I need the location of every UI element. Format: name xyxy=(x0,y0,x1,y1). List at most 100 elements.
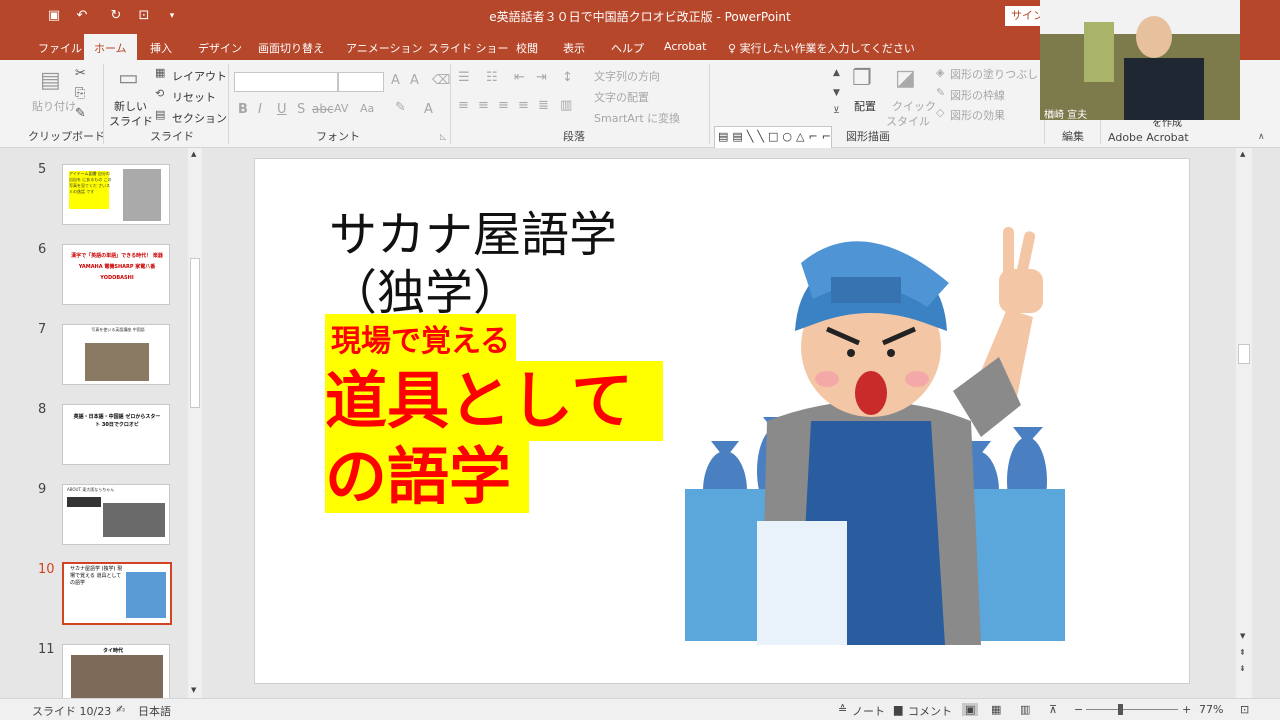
quick-styles-label-1[interactable]: クイック xyxy=(892,98,936,114)
line-spacing-icon[interactable]: ↕ xyxy=(562,70,573,85)
tab-animations[interactable]: アニメーション xyxy=(346,40,423,56)
paste-icon[interactable]: ▤ xyxy=(40,68,61,93)
tab-review[interactable]: 校閲 xyxy=(516,40,538,56)
zoom-slider[interactable] xyxy=(1086,709,1178,710)
change-case-button[interactable]: Aa xyxy=(360,102,374,115)
scroll-thumb[interactable] xyxy=(190,258,200,408)
increase-indent-icon[interactable]: ⇥ xyxy=(536,70,547,85)
font-size-combobox[interactable] xyxy=(338,72,384,92)
shapes-more-icon[interactable]: ⊻ xyxy=(833,106,840,116)
italic-button[interactable]: I xyxy=(258,102,262,117)
notes-icon[interactable]: ≙ xyxy=(838,703,847,716)
slide-thumbnail-5[interactable]: アイテーム図書 自分の出自を にあるもの この写真を見てくだ さいスミの逸話 で… xyxy=(62,164,170,225)
new-slide-icon[interactable]: ▭ xyxy=(118,66,139,91)
font-dialog-launcher-icon[interactable]: ◺ xyxy=(440,132,446,141)
tab-file[interactable]: ファイル xyxy=(38,40,82,56)
new-slide-label-2[interactable]: スライド xyxy=(109,113,153,129)
layout-button[interactable]: レイアウト xyxy=(172,68,227,84)
section-button[interactable]: セクション xyxy=(172,110,227,126)
shape-fill-button[interactable]: 図形の塗りつぶし xyxy=(950,66,1038,82)
numbering-icon[interactable]: ☷ xyxy=(486,70,498,85)
decrease-indent-icon[interactable]: ⇤ xyxy=(514,70,525,85)
tell-me-search[interactable]: ♀ 実行したい作業を入力してください xyxy=(728,40,915,56)
justify-icon[interactable]: ≡ xyxy=(518,98,529,113)
editor-scrollbar[interactable]: ▲ ▼ ⇞ ⇟ xyxy=(1236,148,1252,698)
slide-title-line2[interactable]: （独学） xyxy=(329,253,521,323)
next-slide-icon[interactable]: ⇟ xyxy=(1239,664,1246,673)
paste-button[interactable]: 貼り付け xyxy=(32,98,76,114)
character-spacing-button[interactable]: AV xyxy=(334,102,348,115)
tab-acrobat[interactable]: Acrobat xyxy=(664,40,706,53)
columns-icon[interactable]: ▥ xyxy=(560,98,572,113)
tab-transitions[interactable]: 画面切り替え xyxy=(258,40,324,56)
current-slide[interactable]: サカナ屋語学 （独学） 現場で覚える 道具として の語学 xyxy=(254,158,1190,684)
shrink-font-icon[interactable]: A xyxy=(410,73,419,88)
comments-icon[interactable]: ▆ xyxy=(894,703,902,716)
slide-thumbnail-11[interactable]: タイ時代 xyxy=(62,644,170,705)
scroll-up-icon[interactable]: ▲ xyxy=(1240,150,1245,158)
zoom-out-icon[interactable]: − xyxy=(1074,703,1083,716)
reset-button[interactable]: リセット xyxy=(172,89,216,105)
previous-slide-icon[interactable]: ⇞ xyxy=(1239,648,1246,657)
slide-thumbnail-6[interactable]: 漢字で「英語の単語」できる時代！ 楽器YAMAHA 電機SHARP 家電八番YO… xyxy=(62,244,170,305)
text-direction-button[interactable]: 文字列の方向 xyxy=(594,68,660,84)
tab-view[interactable]: 表示 xyxy=(563,40,585,56)
scroll-thumb[interactable] xyxy=(1238,344,1250,364)
tab-home[interactable]: ホーム xyxy=(84,34,137,60)
font-name-combobox[interactable] xyxy=(234,72,338,92)
fishmonger-illustration[interactable] xyxy=(681,221,1081,645)
new-slide-label-1[interactable]: 新しい xyxy=(114,98,147,114)
slide-thumbnail-7[interactable]: 写真を使いる英語講座 中国語 xyxy=(62,324,170,385)
slide-thumbnail-10[interactable]: サカナ屋語学 (独学) 現場で覚える 道具として の語学 xyxy=(62,562,172,625)
fit-slide-icon[interactable]: ⊡ xyxy=(1240,703,1249,716)
scroll-down-icon[interactable]: ▼ xyxy=(1240,632,1245,640)
tab-design[interactable]: デザイン xyxy=(198,40,242,56)
align-text-button[interactable]: 文字の配置 xyxy=(594,89,649,105)
slide-heading-line1[interactable]: 道具として xyxy=(325,361,663,441)
tab-slideshow[interactable]: スライド ショー xyxy=(428,40,509,56)
shapes-scroll-up-icon[interactable]: ▲ xyxy=(833,68,840,78)
highlight-icon[interactable]: ✎ xyxy=(395,100,406,115)
scroll-up-icon[interactable]: ▲ xyxy=(191,150,196,158)
slide-heading-line2[interactable]: の語学 xyxy=(325,441,529,513)
slide-subtitle[interactable]: 現場で覚える xyxy=(325,314,517,362)
grow-font-icon[interactable]: A xyxy=(391,73,400,88)
zoom-in-icon[interactable]: + xyxy=(1182,703,1191,716)
copy-icon[interactable]: ⎘ xyxy=(75,86,85,101)
align-center-icon[interactable]: ≡ xyxy=(478,98,489,113)
arrange-button[interactable]: 配置 xyxy=(854,98,876,114)
distributed-icon[interactable]: ≣ xyxy=(538,98,549,113)
zoom-level[interactable]: 77% xyxy=(1199,703,1223,716)
thumbnail-scrollbar[interactable]: ▲ ▼ xyxy=(188,148,202,698)
reading-view-icon[interactable]: ▥ xyxy=(1020,703,1030,716)
slideshow-view-icon[interactable]: ⊼ xyxy=(1049,703,1057,716)
clear-format-icon[interactable]: ⌫ xyxy=(432,73,450,88)
strikethrough-button[interactable]: abc xyxy=(312,102,334,116)
scroll-down-icon[interactable]: ▼ xyxy=(191,686,196,694)
arrange-icon[interactable]: ❐ xyxy=(852,66,872,91)
quick-styles-icon[interactable]: ◪ xyxy=(895,66,916,91)
shape-outline-button[interactable]: 図形の枠線 xyxy=(950,87,1005,103)
underline-button[interactable]: U xyxy=(277,102,287,117)
slide-sorter-icon[interactable]: ▦ xyxy=(991,703,1001,716)
spelling-icon[interactable]: ✍ xyxy=(116,703,125,716)
shadow-button[interactable]: S xyxy=(297,102,305,117)
normal-view-icon[interactable]: ▣ xyxy=(962,703,979,716)
tab-help[interactable]: ヘルプ xyxy=(611,40,644,56)
bullets-icon[interactable]: ☰ xyxy=(458,70,470,85)
language-indicator[interactable]: 日本語 xyxy=(138,703,171,719)
format-painter-icon[interactable]: ✎ xyxy=(75,106,86,121)
smartart-convert-button[interactable]: SmartArt に変換 xyxy=(594,110,680,126)
quick-styles-label-2[interactable]: スタイル xyxy=(886,113,930,129)
tab-insert[interactable]: 挿入 xyxy=(150,40,172,56)
notes-button[interactable]: ノート xyxy=(852,703,885,719)
bold-button[interactable]: B xyxy=(238,102,248,117)
comments-button[interactable]: コメント xyxy=(908,703,952,719)
align-right-icon[interactable]: ≡ xyxy=(498,98,509,113)
zoom-slider-thumb[interactable] xyxy=(1118,704,1123,715)
slide-thumbnail-9[interactable]: ABOUT 東大阪ならちゃん xyxy=(62,484,170,545)
cut-icon[interactable]: ✂ xyxy=(75,66,86,81)
shapes-scroll-down-icon[interactable]: ▼ xyxy=(833,88,840,98)
align-left-icon[interactable]: ≡ xyxy=(458,98,469,113)
font-color-button[interactable]: A xyxy=(424,102,433,117)
